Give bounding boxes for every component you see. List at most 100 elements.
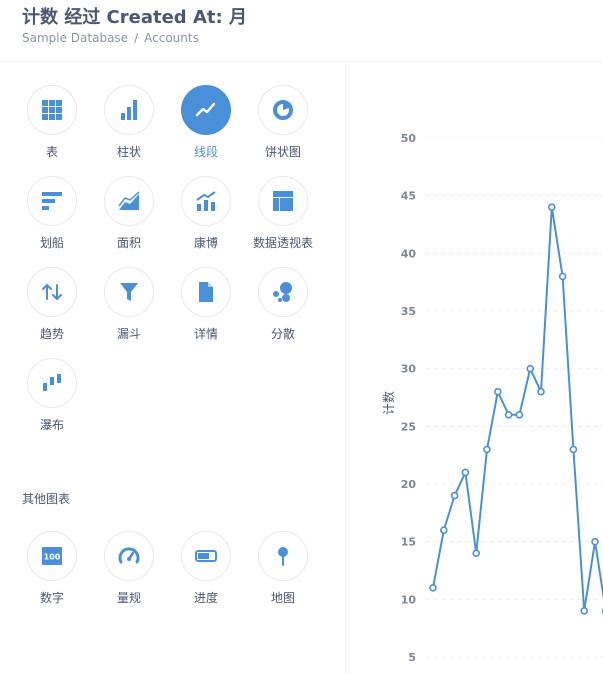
viz-option-label: 面积 [116, 236, 141, 250]
series-line [432, 206, 603, 612]
viz-option-circle [258, 176, 308, 226]
number-icon-badge: 100 [44, 553, 61, 562]
viz-option-circle [258, 531, 308, 581]
viz-option-label: 数据透视表 [252, 236, 313, 250]
data-point[interactable] [526, 364, 534, 373]
viz-option-trend[interactable]: 趋势 [12, 267, 92, 353]
viz-option-combo[interactable]: 康博 [166, 176, 246, 262]
scatter-icon [273, 282, 292, 302]
bar-chart-icon [121, 100, 137, 120]
data-point[interactable] [591, 537, 599, 546]
viz-option-circle [181, 85, 231, 135]
viz-option-label: 趋势 [39, 327, 64, 341]
viz-option-circle [27, 358, 77, 408]
viz-option-circle: 100 [27, 531, 77, 581]
viz-option-pie[interactable]: 饼状图 [243, 85, 323, 171]
breadcrumb-separator: / [134, 31, 139, 45]
area-chart-icon [118, 191, 140, 210]
viz-option-gauge[interactable]: 量规 [89, 531, 169, 617]
line-chart: 5 10 15 20 25 30 35 40 45 50 计数 [347, 63, 603, 673]
y-tick-label: 25 [401, 420, 416, 433]
data-point[interactable] [494, 387, 502, 396]
data-point[interactable] [548, 203, 556, 211]
gauge-icon [118, 547, 140, 564]
viz-option-circle [104, 267, 154, 317]
viz-option-progress[interactable]: 进度 [166, 531, 246, 617]
viz-option-line[interactable]: 线段 [166, 85, 246, 171]
data-point[interactable] [483, 445, 491, 454]
viz-option-label: 详情 [193, 327, 218, 341]
viz-option-circle [181, 267, 231, 317]
viz-option-area[interactable]: 面积 [89, 176, 169, 262]
viz-option-circle [27, 85, 77, 135]
line-chart-svg: 5 10 15 20 25 30 35 40 45 50 计数 [381, 132, 603, 664]
y-tick-label: 40 [401, 247, 417, 260]
y-tick-label: 10 [401, 593, 417, 606]
data-point[interactable] [580, 607, 588, 615]
viz-option-circle [258, 267, 308, 317]
viz-option-row[interactable]: 划船 [12, 176, 92, 262]
data-point[interactable] [515, 410, 524, 419]
data-point[interactable] [558, 272, 567, 281]
question-header: 计数 经过 Created At: 月 Sample Database / Acco… [0, 0, 603, 62]
viz-option-label: 划船 [39, 236, 64, 250]
y-axis-label: 计数 [381, 391, 396, 415]
data-point[interactable] [537, 387, 545, 396]
y-axis-ticks: 5 10 15 20 25 30 35 40 45 50 [401, 132, 417, 664]
series-points [429, 203, 603, 615]
table-icon [42, 100, 62, 120]
page-title: 计数 经过 Created At: 月 [22, 7, 247, 28]
viz-option-circle [104, 531, 154, 581]
row-chart-icon [42, 192, 62, 210]
data-point[interactable] [472, 549, 480, 558]
viz-option-label: 表 [45, 145, 58, 159]
viz-option-waterfall[interactable]: 瀑布 [12, 358, 92, 444]
viz-option-table[interactable]: 表 [12, 85, 92, 171]
breadcrumb: Sample Database / Accounts [22, 31, 199, 45]
viz-option-label: 进度 [193, 591, 218, 605]
viz-option-scatter[interactable]: 分散 [243, 267, 323, 353]
progress-icon [195, 550, 217, 562]
map-pin-icon [278, 547, 288, 566]
y-tick-label: 50 [401, 132, 417, 145]
viz-option-bar[interactable]: 柱状 [89, 85, 169, 171]
data-point[interactable] [569, 445, 578, 454]
viz-option-pivot[interactable]: 数据透视表 [243, 176, 323, 262]
viz-option-circle [181, 176, 231, 226]
viz-option-detail[interactable]: 详情 [166, 267, 246, 353]
y-tick-label: 45 [401, 190, 416, 203]
viz-option-label: 数字 [39, 591, 64, 605]
funnel-icon [120, 283, 138, 301]
trend-icon [42, 284, 62, 300]
detail-icon [199, 282, 213, 302]
viz-option-circle [181, 531, 231, 581]
viz-option-funnel[interactable]: 漏斗 [89, 267, 169, 353]
viz-option-number[interactable]: 100 数字 [12, 531, 92, 617]
viz-option-label: 量规 [116, 591, 141, 605]
viz-option-label: 饼状图 [264, 145, 301, 159]
viz-option-label: 线段 [193, 145, 218, 159]
y-tick-label: 30 [401, 363, 417, 376]
number-icon: 100 [42, 547, 62, 565]
breadcrumb-table[interactable]: Accounts [144, 31, 199, 45]
data-point[interactable] [440, 526, 448, 534]
viz-option-label: 地图 [270, 591, 295, 605]
line-chart-icon [195, 102, 216, 117]
breadcrumb-database[interactable]: Sample Database [22, 31, 128, 45]
viz-option-map[interactable]: 地图 [243, 531, 323, 617]
visualization-picker: 表 柱状 线段 饼状图 划船 面积 康博 数据透视表 趋势 漏斗 详情 分散 瀑… [0, 63, 346, 673]
pie-chart-icon [273, 100, 293, 120]
viz-option-circle [258, 85, 308, 135]
chart-grid [425, 137, 603, 658]
data-point[interactable] [461, 468, 470, 477]
viz-option-circle [104, 176, 154, 226]
data-point[interactable] [450, 491, 459, 500]
data-point[interactable] [504, 410, 513, 419]
viz-option-label: 康博 [193, 236, 218, 250]
data-point[interactable] [429, 583, 437, 592]
viz-option-label: 柱状 [116, 145, 141, 159]
y-tick-label: 5 [408, 651, 416, 664]
viz-option-label: 瀑布 [39, 418, 64, 432]
combo-chart-icon [196, 191, 216, 211]
y-tick-label: 35 [401, 305, 416, 318]
